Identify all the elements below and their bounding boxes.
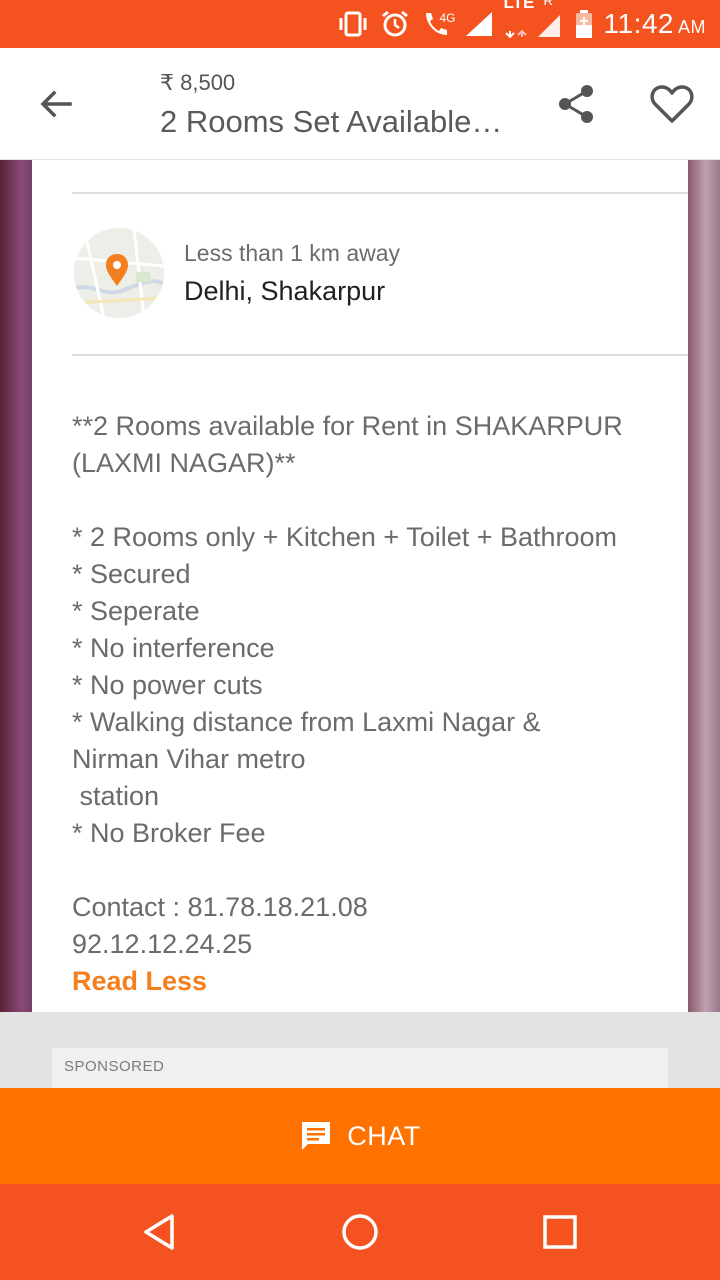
description-heading-line: **2 Rooms available for Rent in SHAKARPU… (72, 411, 623, 441)
lte-label: LTE (503, 0, 535, 12)
app-bar: ₹ 8,500 2 Rooms Set Available… (0, 48, 720, 160)
nav-recents-button[interactable] (536, 1208, 584, 1256)
triangle-back-icon (144, 1214, 174, 1250)
signal-icon (464, 10, 494, 38)
back-button[interactable] (30, 78, 82, 130)
contact-line: 92.12.12.24.25 (72, 929, 253, 959)
battery-icon (574, 9, 594, 39)
description-bullet: * No power cuts (72, 670, 263, 700)
favorite-button[interactable] (646, 78, 698, 130)
chat-bubble-icon (302, 1122, 331, 1150)
listing-price: ₹ 8,500 (160, 70, 236, 95)
call-4g-icon: 4G (420, 9, 456, 39)
clock-ampm: AM (678, 17, 706, 37)
circle-home-icon (342, 1214, 378, 1250)
details-card: Less than 1 km away Delhi, Shakarpur **2… (32, 160, 688, 1012)
navigation-bar (0, 1184, 720, 1280)
clock-time: 11:42 (603, 8, 674, 39)
nav-back-button[interactable] (136, 1208, 184, 1256)
sponsored-label: SPONSORED (64, 1058, 165, 1075)
divider (72, 192, 688, 194)
status-icons: 4G LTE R 11:42 AM (336, 0, 707, 48)
chat-label: CHAT (347, 1120, 421, 1151)
description-bullet: Nirman Vihar metro (72, 744, 306, 774)
clock: 11:42 AM (604, 8, 707, 40)
lte-roaming-icon: LTE R (504, 0, 564, 39)
heart-icon (650, 85, 694, 123)
status-bar: 4G LTE R 11:42 AM (0, 0, 720, 48)
description-bullet: * Walking distance from Laxmi Nagar & (72, 707, 541, 737)
network-type-label: 4G (439, 11, 456, 25)
description-bullet: * Secured (72, 559, 191, 589)
square-recents-icon (543, 1215, 577, 1249)
description-bullet: station (72, 781, 160, 811)
map-thumbnail[interactable] (74, 228, 164, 318)
description-bullet: * 2 Rooms only + Kitchen + Toilet + Bath… (72, 522, 618, 552)
map-pin-icon (74, 228, 164, 318)
divider (72, 354, 688, 356)
roaming-label: R (543, 0, 553, 8)
share-icon (559, 85, 593, 123)
sponsored-section: SPONSORED (52, 1048, 668, 1088)
nav-home-button[interactable] (336, 1208, 384, 1256)
chat-button[interactable]: CHAT (0, 1088, 720, 1184)
distance-label: Less than 1 km away (184, 240, 401, 266)
description-bullet: * Seperate (72, 596, 200, 626)
listing-description: **2 Rooms available for Rent in SHAKARPU… (72, 408, 672, 963)
description-bullet: * No Broker Fee (72, 818, 266, 848)
share-button[interactable] (550, 78, 602, 130)
alarm-icon (380, 9, 410, 39)
vibrate-icon (336, 10, 370, 38)
listing-title: 2 Rooms Set Available… (160, 104, 503, 139)
arrow-back-icon (40, 90, 72, 118)
description-bullet: * No interference (72, 633, 275, 663)
description-heading-line: (LAXMI NAGAR)** (72, 448, 296, 478)
location-name: Delhi, Shakarpur (184, 276, 386, 306)
contact-line: Contact : 81.78.18.21.08 (72, 892, 368, 922)
read-less-link[interactable]: Read Less (72, 966, 207, 997)
